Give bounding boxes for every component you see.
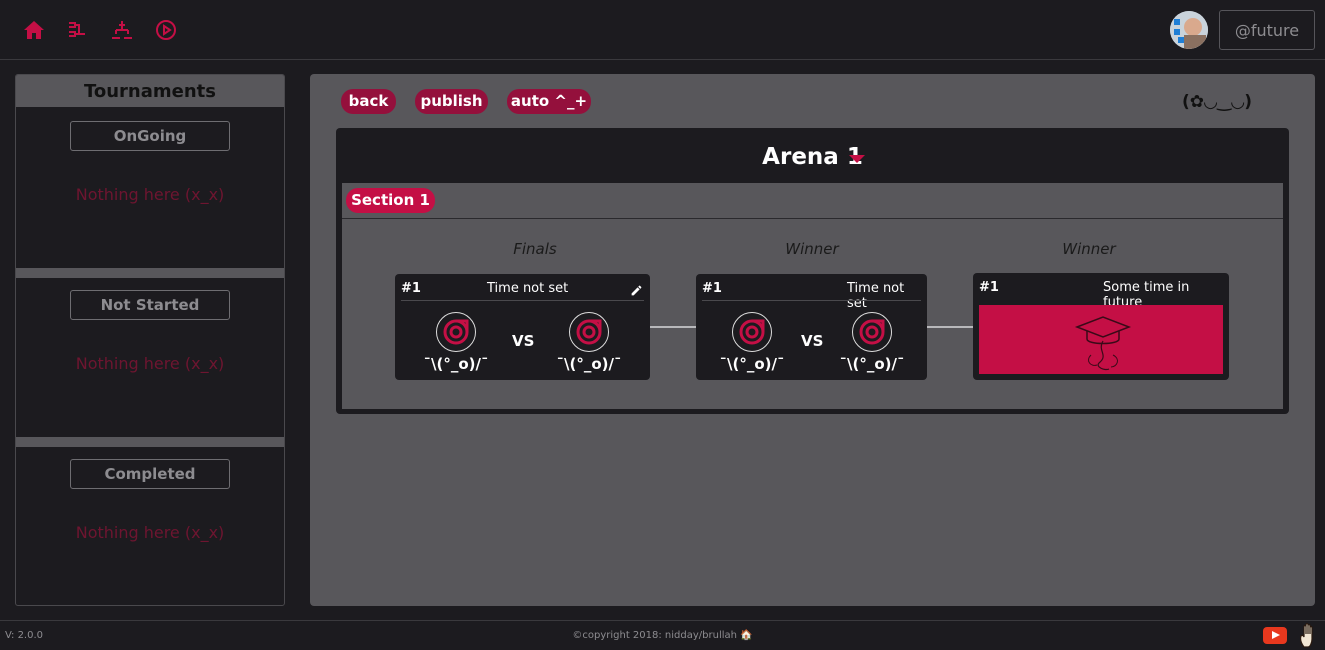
player-name: ¯\(°_o)/¯ (423, 355, 489, 373)
back-button[interactable]: back (341, 89, 396, 114)
home-icon[interactable] (22, 18, 46, 42)
ongoing-empty-text: Nothing here (x_x) (75, 185, 225, 204)
not-started-button[interactable]: Not Started (70, 290, 230, 320)
avatar[interactable] (1170, 11, 1208, 49)
match-card[interactable]: #1 Time not set ¯\(°_o)/¯ VS ¯\(°_o)/¯ (395, 274, 650, 380)
edit-icon[interactable] (630, 282, 643, 296)
publish-button[interactable]: publish (415, 89, 488, 114)
match-divider (401, 300, 644, 301)
team-logo-icon (852, 312, 892, 352)
match-number: #1 (401, 281, 421, 296)
team-logo-icon (569, 312, 609, 352)
round-label: Winner (785, 240, 839, 258)
team-logo-icon (732, 312, 772, 352)
caret-down-icon[interactable] (849, 155, 865, 163)
play-icon[interactable] (154, 18, 178, 42)
user-handle-button[interactable]: @future (1219, 10, 1315, 50)
match-card[interactable]: #1 Time not set ¯\(°_o)/¯ VS ¯\(°_o)/¯ (696, 274, 927, 380)
arena-card: Arena 1 Section 1 Finals Winner Winner #… (336, 128, 1289, 414)
footer: V: 2.0.0 ©copyright 2018: nidday/brullah… (0, 620, 1325, 650)
match-number: #1 (979, 280, 999, 295)
hand-cursor-icon[interactable] (1298, 622, 1320, 649)
round-label: Winner (1062, 240, 1116, 258)
section-header: Section 1 (342, 183, 1283, 219)
player-name: ¯\(°_o)/¯ (719, 355, 785, 373)
round-label: Finals (513, 240, 557, 258)
youtube-icon[interactable] (1263, 627, 1287, 644)
bracket-connector (927, 326, 974, 328)
tree-icon[interactable] (110, 18, 134, 42)
not-started-empty-text: Nothing here (x_x) (75, 354, 225, 373)
top-bar: @future (0, 0, 1325, 60)
tournaments-title: Tournaments (16, 75, 284, 107)
match-time: Time not set (847, 281, 905, 311)
section-tab[interactable]: Section 1 (346, 188, 435, 213)
bracket-icon[interactable] (66, 18, 90, 42)
graduation-trophy-icon (979, 305, 1223, 374)
team-logo-icon (436, 312, 476, 352)
bracket-editor: back publish auto ^_+ (✿◡‿◡) Arena 1 Sec… (310, 74, 1315, 606)
section-area: Section 1 Finals Winner Winner #1 Time n… (342, 183, 1283, 409)
vs-label: VS (801, 332, 824, 350)
winner-card[interactable]: #1 Some time in future (973, 273, 1229, 380)
arena-title: Arena 1 (762, 144, 863, 170)
match-time: Time not set (487, 281, 569, 296)
auto-button[interactable]: auto ^_+ (507, 89, 591, 114)
match-divider (702, 300, 921, 301)
copyright-text: ©copyright 2018: nidday/brullah 🏠 (572, 630, 753, 641)
section-divider (16, 268, 284, 278)
ongoing-button[interactable]: OnGoing (70, 121, 230, 151)
completed-empty-text: Nothing here (x_x) (75, 523, 225, 542)
match-number: #1 (702, 281, 722, 296)
player-name: ¯\(°_o)/¯ (556, 355, 622, 373)
vs-label: VS (512, 332, 535, 350)
player-name: ¯\(°_o)/¯ (839, 355, 905, 373)
tournaments-panel: Tournaments OnGoing Nothing here (x_x) N… (15, 74, 285, 606)
kaomoji-text: (✿◡‿◡) (1182, 92, 1253, 112)
section-divider (16, 437, 284, 447)
bracket-connector (650, 326, 696, 328)
completed-button[interactable]: Completed (70, 459, 230, 489)
